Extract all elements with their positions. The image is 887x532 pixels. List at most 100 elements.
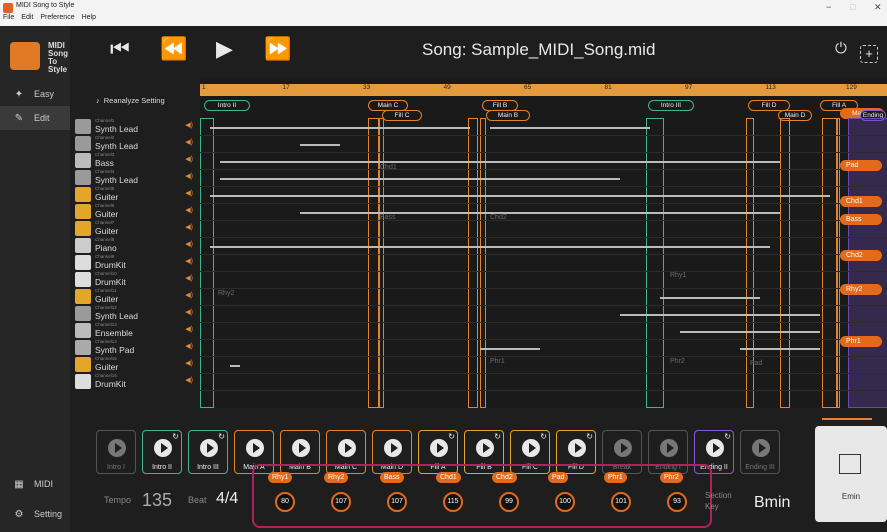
maximize-button[interactable]: □ <box>850 2 855 12</box>
speaker-icon[interactable]: ◀) <box>185 359 193 367</box>
part-assign-tag[interactable]: Phr1 <box>840 336 882 347</box>
track-row[interactable]: Channel5 Guiter ◀) <box>75 186 195 203</box>
mixer-channel[interactable]: Chd1 115 <box>426 470 476 524</box>
track-row[interactable]: Channel9 DrumKit ◀) <box>75 254 195 271</box>
sidebar-item-setting[interactable]: ⚙ Setting <box>0 502 70 526</box>
track-row[interactable]: Channel12 Synth Lead ◀) <box>75 305 195 322</box>
section-pad[interactable]: Intro II ↻ <box>142 430 182 474</box>
reanalyze-button[interactable]: ♪ Reanalyze Setting <box>96 96 165 105</box>
speaker-icon[interactable]: ◀) <box>185 274 193 282</box>
timeline[interactable]: 1 17 33 49 65 81 97 113 129 Intro II Main C Fill C… <box>200 78 887 408</box>
row-separator <box>200 186 887 187</box>
sidebar: ✦ Easy ✎ Edit ▦ MIDI ⚙ Setting <box>0 26 70 532</box>
sidebar-item-midi[interactable]: ▦ MIDI <box>0 472 70 496</box>
menu-file[interactable]: File <box>3 14 14 21</box>
part-assign-tag[interactable]: Rhy2 <box>840 284 882 295</box>
track-row[interactable]: Channel16 DrumKit ◀) <box>75 373 195 390</box>
add-button[interactable]: + <box>860 45 878 63</box>
speaker-icon[interactable]: ◀) <box>185 342 193 350</box>
mixer-part-tag[interactable]: Chd1 <box>436 472 461 483</box>
track-row[interactable]: Channel10 DrumKit ◀) <box>75 271 195 288</box>
section-marker[interactable]: Main B <box>486 110 530 121</box>
mixer-channel[interactable]: Phr1 101 <box>594 470 644 524</box>
speaker-icon[interactable]: ◀) <box>185 121 193 129</box>
key-value[interactable]: Bmin <box>754 494 790 512</box>
speaker-icon[interactable]: ◀) <box>185 189 193 197</box>
mixer-part-tag[interactable]: Bass <box>380 472 404 483</box>
export-icon[interactable]: ⏻ <box>835 40 847 57</box>
menu-preference[interactable]: Preference <box>40 14 74 21</box>
volume-knob[interactable]: 101 <box>611 492 631 512</box>
menu-edit[interactable]: Edit <box>21 14 33 21</box>
mixer-channel[interactable]: Rhy1 80 <box>258 470 308 524</box>
section-marker[interactable]: Intro II <box>204 100 250 111</box>
track-row[interactable]: Channel14 Synth Pad ◀) <box>75 339 195 356</box>
speaker-icon[interactable]: ◀) <box>185 325 193 333</box>
speaker-icon[interactable]: ◀) <box>185 138 193 146</box>
chord-panel[interactable]: Emin <box>815 426 887 522</box>
speaker-icon[interactable]: ◀) <box>185 223 193 231</box>
sidebar-item-easy[interactable]: ✦ Easy <box>0 82 70 106</box>
track-row[interactable]: Channel4 Synth Lead ◀) <box>75 169 195 186</box>
skip-start-icon[interactable]: ⏮ <box>110 36 130 62</box>
volume-knob[interactable]: 107 <box>387 492 407 512</box>
part-assign-tag[interactable]: Pad <box>840 160 882 171</box>
tempo-value[interactable]: 135 <box>142 490 172 511</box>
speaker-icon[interactable]: ◀) <box>185 376 193 384</box>
track-row[interactable]: Channel7 Guiter ◀) <box>75 220 195 237</box>
speaker-icon[interactable]: ◀) <box>185 172 193 180</box>
volume-knob[interactable]: 107 <box>331 492 351 512</box>
mixer-part-tag[interactable]: Phr1 <box>604 472 627 483</box>
mixer-part-tag[interactable]: Phr2 <box>660 472 683 483</box>
minimize-button[interactable]: − <box>826 2 831 12</box>
zoom-slider[interactable] <box>822 418 872 420</box>
beat-value[interactable]: 4/4 <box>216 490 238 508</box>
mixer-part-tag[interactable]: Rhy2 <box>324 472 349 483</box>
mixer-channel[interactable]: Pad 100 <box>538 470 588 524</box>
speaker-icon[interactable]: ◀) <box>185 308 193 316</box>
speaker-icon[interactable]: ◀) <box>185 291 193 299</box>
volume-knob[interactable]: 100 <box>555 492 575 512</box>
pad-label: Intro II <box>152 464 172 471</box>
volume-knob[interactable]: 99 <box>499 492 519 512</box>
speaker-icon[interactable]: ◀) <box>185 240 193 248</box>
track-row[interactable]: Channel15 Guiter ◀) <box>75 356 195 373</box>
volume-knob[interactable]: 80 <box>275 492 295 512</box>
mixer-part-tag[interactable]: Chd2 <box>492 472 517 483</box>
part-assign-tag[interactable]: Chd2 <box>840 250 882 261</box>
track-row[interactable]: Channel6 Guiter ◀) <box>75 203 195 220</box>
volume-knob[interactable]: 115 <box>443 492 463 512</box>
track-row[interactable]: Channel11 Guiter ◀) <box>75 288 195 305</box>
mixer-channel[interactable]: Bass 107 <box>370 470 420 524</box>
rewind-icon[interactable]: ⏪ <box>160 36 187 62</box>
track-name: Piano <box>95 243 117 253</box>
track-row[interactable]: Channel3 Bass ◀) <box>75 152 195 169</box>
part-assign-tag[interactable]: Bass <box>840 214 882 225</box>
track-row[interactable]: Channel13 Ensemble ◀) <box>75 322 195 339</box>
mixer-channel[interactable]: Rhy2 107 <box>314 470 364 524</box>
menu-help[interactable]: Help <box>82 14 96 21</box>
volume-knob[interactable]: 93 <box>667 492 687 512</box>
track-channel: Channel8 <box>95 237 115 242</box>
speaker-icon[interactable]: ◀) <box>185 155 193 163</box>
track-row[interactable]: Channel8 Piano ◀) <box>75 237 195 254</box>
mixer-part-tag[interactable]: Rhy1 <box>268 472 293 483</box>
mixer-channel[interactable]: Phr2 93 <box>650 470 700 524</box>
mixer-part-tag[interactable]: Pad <box>548 472 569 483</box>
section-marker[interactable]: Intro III <box>648 100 694 111</box>
fast-forward-icon[interactable]: ⏩ <box>264 36 291 62</box>
mixer-channel[interactable]: Chd2 99 <box>482 470 532 524</box>
speaker-icon[interactable]: ◀) <box>185 206 193 214</box>
part-assign-tag[interactable]: Chd1 <box>840 196 882 207</box>
section-pad[interactable]: Ending III <box>740 430 780 474</box>
play-icon[interactable]: ▶ <box>216 36 233 62</box>
track-row[interactable]: Channel1 Synth Lead ◀) <box>75 118 195 135</box>
section-pad[interactable]: Intro III ↻ <box>188 430 228 474</box>
close-button[interactable]: ✕ <box>874 2 882 13</box>
speaker-icon[interactable]: ◀) <box>185 257 193 265</box>
section-pad[interactable]: Intro I <box>96 430 136 474</box>
sidebar-item-edit[interactable]: ✎ Edit <box>0 106 70 130</box>
track-row[interactable]: Channel2 Synth Lead ◀) <box>75 135 195 152</box>
ruler[interactable]: 1 17 33 49 65 81 97 113 129 <box>200 84 887 96</box>
section-marker[interactable]: Fill C <box>382 110 422 121</box>
